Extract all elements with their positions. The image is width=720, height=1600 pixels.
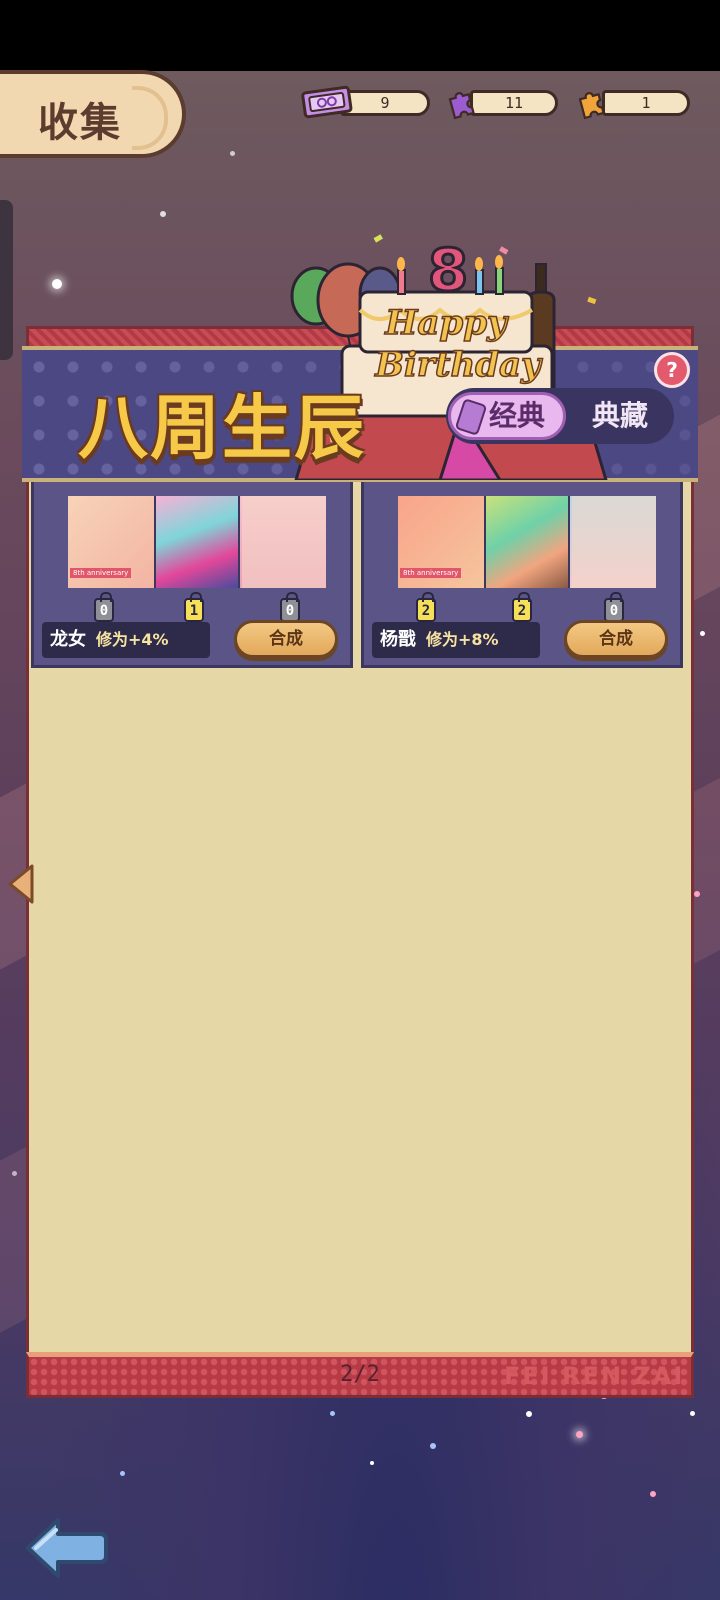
- character-bonus: 修为+4%: [96, 630, 169, 649]
- card-art[interactable]: 8th anniversary: [68, 496, 326, 588]
- character-card-yangjian: 8th anniversary 2 2 0 杨戬 修为+8% 合成: [361, 482, 683, 668]
- locked-overlay: [242, 496, 326, 588]
- help-button[interactable]: ?: [654, 352, 690, 388]
- character-name: 杨戬: [380, 629, 416, 650]
- sparkle: [650, 1491, 656, 1497]
- anniversary-label: 8th anniversary: [70, 568, 132, 578]
- sparkle: [576, 1431, 583, 1438]
- fragment-count-1: 0: [94, 592, 114, 622]
- previous-page-arrow-icon[interactable]: [6, 864, 36, 904]
- purple-puzzle-icon: [448, 92, 475, 120]
- cake-number: 8: [428, 236, 468, 304]
- character-name-box: 龙女 修为+4%: [42, 622, 210, 658]
- sparkle: [370, 1461, 374, 1465]
- sparkle: [700, 631, 705, 636]
- sparkle: [12, 1171, 17, 1176]
- fragment-count-2: 1: [184, 592, 204, 622]
- character-name: 龙女: [50, 629, 86, 650]
- sparkle: [230, 151, 235, 156]
- currency-tickets: 9: [300, 85, 432, 119]
- fragment-count-3: 0: [604, 592, 624, 622]
- side-drawer-handle[interactable]: [0, 200, 13, 360]
- banner-title: 八周生辰: [78, 387, 366, 469]
- ticket-icon: [301, 85, 353, 119]
- card-tag-icon: [454, 398, 488, 436]
- fragment-count-3: 0: [280, 592, 300, 622]
- currency-purple-pieces: 11: [446, 88, 560, 120]
- sparkle: [690, 1411, 695, 1416]
- card-art[interactable]: 8th anniversary: [398, 496, 656, 588]
- sparkle: [120, 1471, 125, 1476]
- orange-puzzle-icon: [578, 92, 605, 120]
- page-title: 收集: [38, 100, 122, 146]
- anniversary-label: 8th anniversary: [400, 568, 462, 578]
- sparkle: [526, 1411, 532, 1417]
- sparkle: [160, 211, 166, 217]
- cake-text-birthday: Birthday: [374, 345, 543, 385]
- fragment-2: [154, 496, 240, 588]
- sparkle: [52, 279, 62, 289]
- toggle-collection-tab[interactable]: 典藏: [572, 392, 668, 440]
- synthesize-button[interactable]: 合成: [234, 620, 338, 658]
- locked-overlay: [572, 496, 656, 588]
- fragment-2: [484, 496, 570, 588]
- page-indicator: 2/2: [340, 1362, 380, 1387]
- toggle-classic-tab[interactable]: 经典: [448, 392, 566, 440]
- character-card-longnv: 8th anniversary 0 1 0 龙女 修为+4% 合成: [31, 482, 353, 668]
- sparkle: [330, 1411, 335, 1416]
- watermark: FEI REN ZAI: [504, 1362, 685, 1390]
- sparkle: [430, 1443, 436, 1449]
- sparkle: [694, 891, 700, 897]
- character-name-box: 杨戬 修为+8%: [372, 622, 540, 658]
- currency-orange-pieces: 1: [576, 88, 692, 120]
- edition-toggle[interactable]: 经典 典藏: [446, 388, 674, 444]
- character-bonus: 修为+8%: [426, 630, 499, 649]
- synthesize-button[interactable]: 合成: [564, 620, 668, 658]
- toggle-classic-label: 经典: [489, 399, 546, 432]
- cake-text-happy: Happy: [384, 303, 509, 343]
- fragment-count-2: 2: [512, 592, 532, 622]
- fragment-count-1: 2: [416, 592, 436, 622]
- back-arrow-icon[interactable]: [24, 1516, 108, 1580]
